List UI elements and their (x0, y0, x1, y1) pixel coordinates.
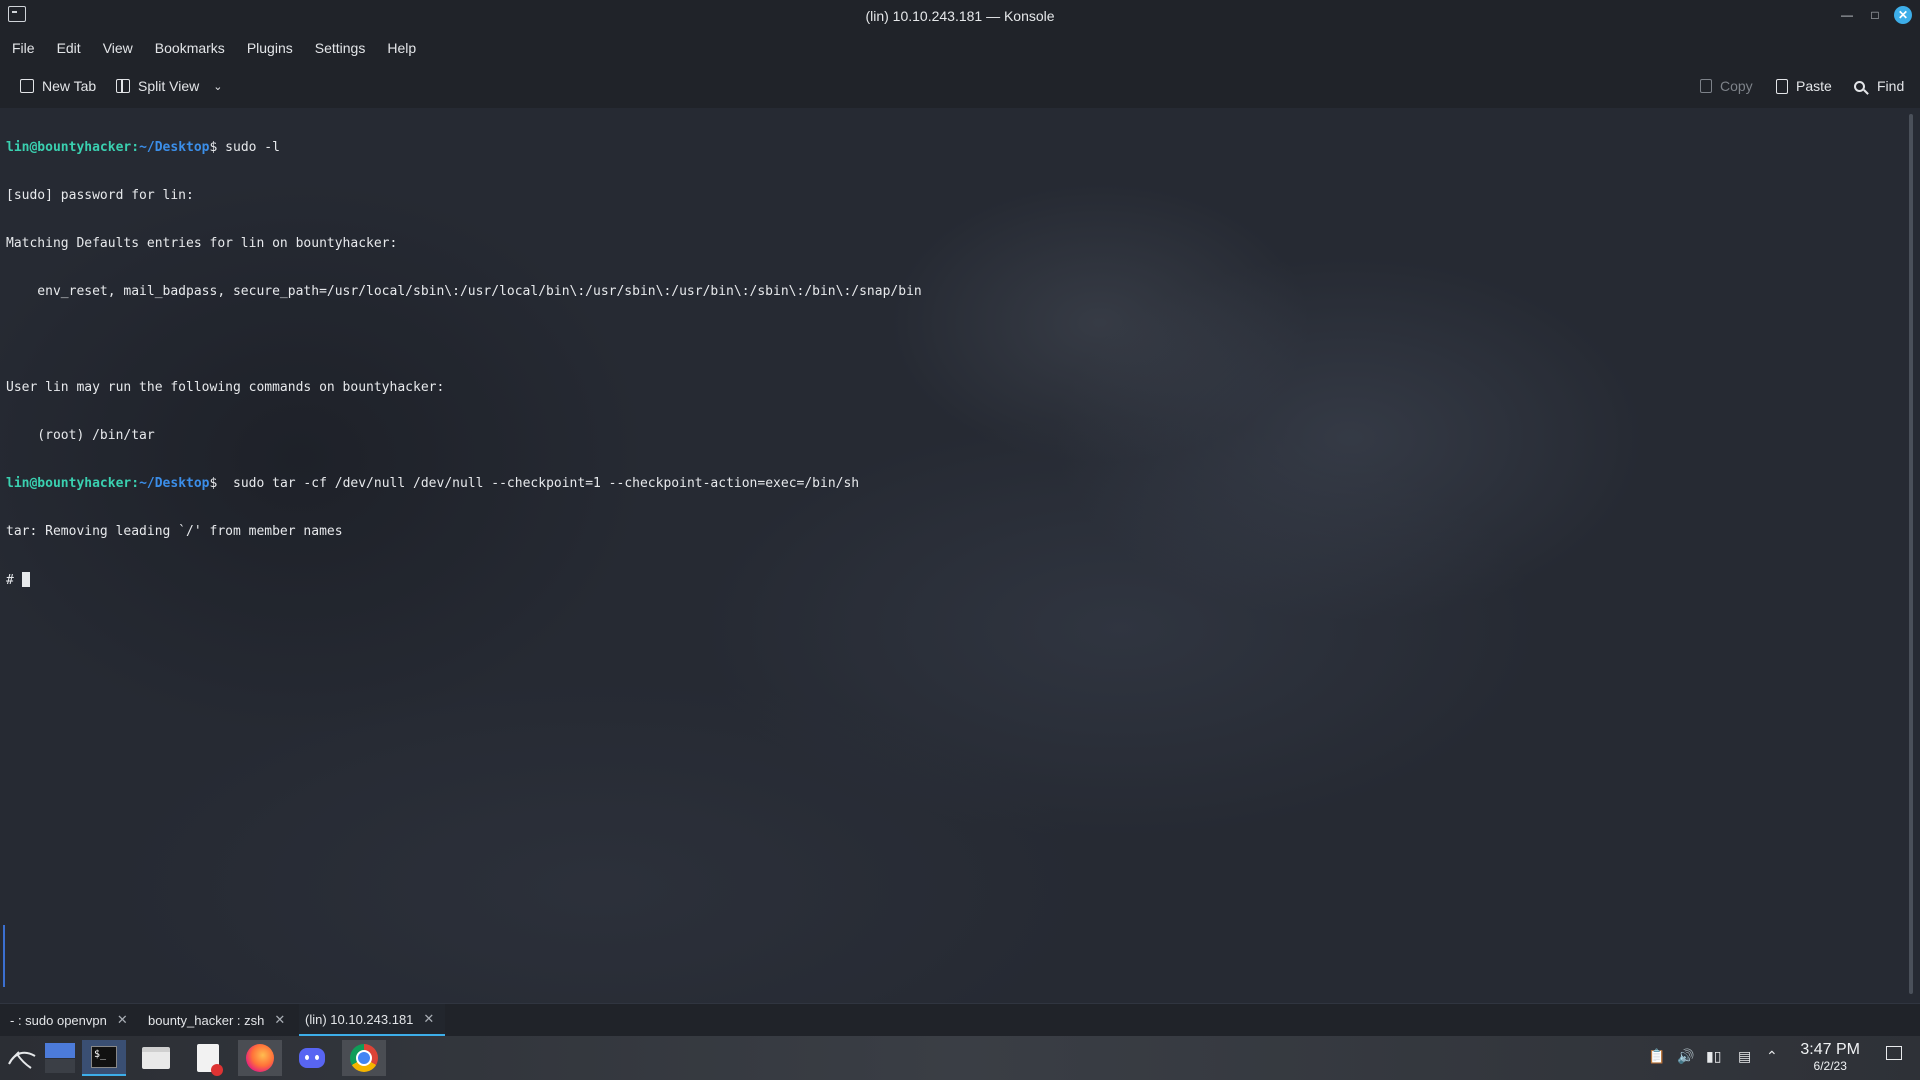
toolbar: New Tab Split View ⌄ Copy Paste Find (0, 64, 1920, 108)
prompt-path: ~/Desktop (139, 140, 210, 155)
taskbar: $_ 📋 🔊 ▮▯ ▤ ⌃ 3:47 PM 6/2/23 (0, 1036, 1920, 1080)
tab-label: (lin) 10.10.243.181 (305, 1011, 414, 1027)
desktop-pager-icon[interactable] (38, 1040, 82, 1076)
terminal-line: [sudo] password for lin: (6, 188, 194, 203)
root-prompt: # (6, 573, 22, 588)
tab-label: bounty_hacker : zsh (148, 1012, 265, 1028)
tab-lin-remote[interactable]: (lin) 10.10.243.181 ✕ (299, 1004, 445, 1036)
tab-label: - : sudo openvpn (10, 1012, 107, 1028)
prompt-user: lin@bountyhacker (6, 476, 132, 491)
terminal-line: User lin may run the following commands … (6, 380, 445, 395)
chevron-up-icon[interactable]: ⌃ (1766, 1048, 1778, 1065)
menu-edit[interactable]: Edit (47, 40, 91, 56)
menu-plugins[interactable]: Plugins (237, 40, 303, 56)
paste-label: Paste (1796, 78, 1832, 94)
volume-icon[interactable]: 🔊 (1677, 1048, 1694, 1065)
menu-bookmarks[interactable]: Bookmarks (145, 40, 235, 56)
menu-help[interactable]: Help (377, 40, 426, 56)
search-icon (1854, 80, 1865, 92)
clipboard-icon[interactable]: 📋 (1648, 1048, 1665, 1065)
new-tab-button[interactable]: New Tab (20, 74, 96, 98)
clock[interactable]: 3:47 PM 6/2/23 (1800, 1041, 1860, 1073)
clock-time: 3:47 PM (1800, 1041, 1860, 1058)
terminal-line: tar: Removing leading `/' from member na… (6, 524, 343, 539)
terminal-icon[interactable]: $_ (82, 1040, 126, 1076)
terminal-line: lin@bountyhacker:~/Desktop$ sudo tar -cf… (6, 476, 860, 491)
activity-marker (3, 925, 5, 987)
terminal-line: # (6, 572, 922, 588)
chevron-down-icon[interactable]: ⌄ (213, 80, 222, 93)
terminal-line: lin@bountyhacker:~/Desktop$ sudo -l (6, 140, 280, 155)
terminal-line: (root) /bin/tar (6, 428, 155, 443)
tab-openvpn[interactable]: - : sudo openvpn ✕ (4, 1004, 134, 1036)
find-button[interactable]: Find (1854, 74, 1904, 98)
split-view-icon (116, 79, 130, 93)
maximize-icon[interactable]: □ (1866, 6, 1884, 24)
prompt-user: lin@bountyhacker (6, 140, 132, 155)
text-editor-icon[interactable] (186, 1040, 230, 1076)
close-tab-icon[interactable]: ✕ (117, 1012, 128, 1028)
chrome-icon[interactable] (342, 1040, 386, 1076)
discord-icon[interactable] (290, 1040, 334, 1076)
konsole-app-icon[interactable] (8, 6, 26, 22)
close-icon[interactable]: ✕ (1894, 6, 1912, 24)
close-tab-icon[interactable]: ✕ (423, 1011, 434, 1027)
window-title: (lin) 10.10.243.181 — Konsole (865, 8, 1055, 24)
title-bar: (lin) 10.10.243.181 — Konsole — □ ✕ (0, 0, 1920, 32)
clock-date: 6/2/23 (1813, 1059, 1847, 1073)
paste-button[interactable]: Paste (1776, 74, 1832, 98)
split-view-label: Split View (138, 78, 200, 94)
battery-icon[interactable]: ▮▯ (1706, 1048, 1721, 1065)
terminal-scrollbar[interactable] (1909, 114, 1913, 994)
command-text: sudo -l (217, 140, 280, 155)
new-tab-label: New Tab (42, 78, 97, 94)
menu-file[interactable]: File (2, 40, 45, 56)
menu-view[interactable]: View (93, 40, 143, 56)
terminal-view[interactable]: lin@bountyhacker:~/Desktop$ sudo -l [sud… (0, 108, 1920, 1003)
close-tab-icon[interactable]: ✕ (274, 1012, 285, 1028)
file-manager-icon[interactable] (134, 1040, 178, 1076)
minimize-icon[interactable]: — (1838, 6, 1856, 24)
menu-settings[interactable]: Settings (305, 40, 376, 56)
text-cursor (21, 572, 30, 587)
firefox-icon[interactable] (238, 1040, 282, 1076)
prompt-path: ~/Desktop (139, 476, 210, 491)
command-text: sudo tar -cf /dev/null /dev/null --check… (217, 476, 860, 491)
terminal-line: env_reset, mail_badpass, secure_path=/us… (6, 284, 922, 299)
paste-icon (1776, 78, 1788, 94)
terminal-line: Matching Defaults entries for lin on bou… (6, 236, 398, 251)
tab-bar: - : sudo openvpn ✕ bounty_hacker : zsh ✕… (0, 1003, 1920, 1037)
tab-bounty-hacker[interactable]: bounty_hacker : zsh ✕ (142, 1004, 291, 1036)
find-label: Find (1877, 78, 1905, 94)
copy-icon (1700, 79, 1712, 93)
network-icon[interactable]: ▤ (1738, 1048, 1751, 1065)
copy-button[interactable]: Copy (1700, 74, 1753, 98)
menu-bar: File Edit View Bookmarks Plugins Setting… (0, 32, 1920, 64)
terminal-output: lin@bountyhacker:~/Desktop$ sudo -l [sud… (6, 108, 922, 620)
split-view-button[interactable]: Split View ⌄ (116, 74, 222, 98)
copy-label: Copy (1720, 78, 1753, 94)
show-desktop-icon[interactable] (1886, 1046, 1902, 1060)
new-tab-icon (20, 79, 34, 93)
